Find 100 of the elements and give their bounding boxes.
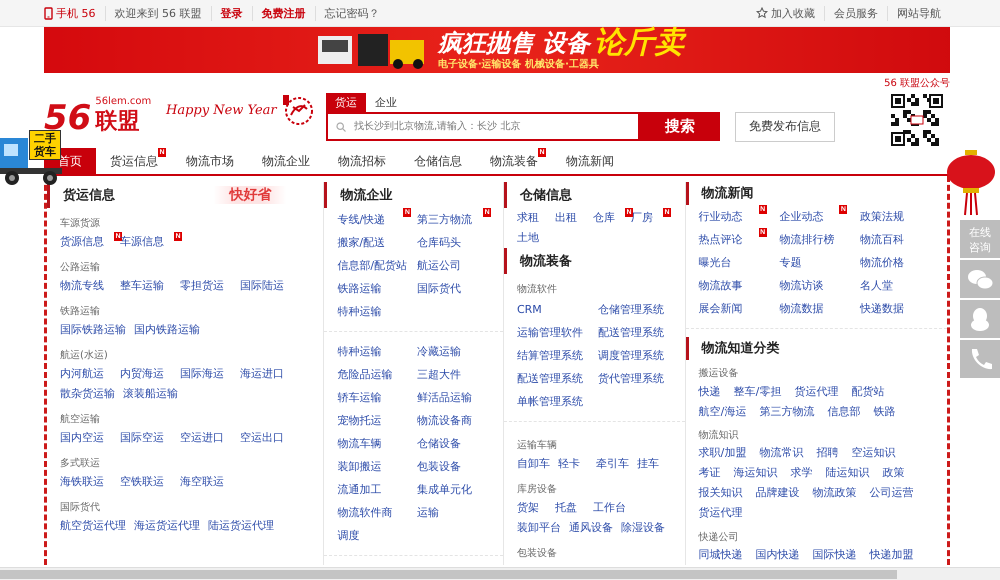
category-link[interactable]: 配货站 bbox=[851, 382, 898, 402]
category-link[interactable]: 空运知识 bbox=[851, 443, 908, 464]
nav-tab[interactable]: 物流招标 bbox=[324, 148, 400, 174]
category-link[interactable]: 国际陆运 bbox=[240, 276, 300, 296]
category-link[interactable]: 运输管理软件 bbox=[516, 321, 598, 344]
phone-button[interactable] bbox=[960, 340, 1000, 378]
category-link[interactable]: 装卸搬运 bbox=[337, 455, 418, 478]
category-link[interactable]: 航空货运代理 bbox=[60, 516, 134, 536]
register-link[interactable]: 免费注册 bbox=[252, 6, 314, 20]
category-link[interactable]: 物流排行榜 bbox=[779, 228, 860, 251]
nav-tab[interactable]: 物流新闻 bbox=[552, 148, 628, 174]
category-link[interactable]: 物流百科 bbox=[860, 228, 941, 251]
category-link[interactable]: 航空/海运 bbox=[698, 402, 760, 422]
category-link[interactable]: 铁路 bbox=[873, 402, 908, 422]
category-link[interactable]: 考证 bbox=[698, 463, 734, 484]
category-link[interactable]: 物流访谈 bbox=[779, 274, 860, 297]
search-field[interactable]: 找长沙到北京物流,请输入：长沙 北京 bbox=[326, 112, 640, 140]
category-link[interactable]: 国际海运 bbox=[180, 364, 240, 384]
category-link[interactable]: 快递加盟 bbox=[870, 545, 927, 565]
category-link[interactable]: 公司运营 bbox=[870, 483, 927, 504]
publish-button[interactable]: 免费发布信息 bbox=[735, 112, 835, 142]
search-button[interactable]: 搜索 bbox=[640, 112, 720, 140]
category-link[interactable]: CRM bbox=[516, 298, 598, 321]
category-link[interactable]: 政策法规 bbox=[860, 204, 941, 228]
category-link[interactable]: 货代管理系统 bbox=[598, 367, 679, 390]
category-link[interactable]: 托盘 bbox=[554, 498, 593, 518]
mobile-link[interactable]: 手机 56 bbox=[44, 6, 104, 20]
category-link[interactable]: 求租 bbox=[516, 208, 555, 228]
category-link[interactable]: 铁路运输 bbox=[337, 277, 418, 300]
category-link[interactable]: 海运进口 bbox=[240, 364, 300, 384]
category-link[interactable]: 国际空运 bbox=[120, 428, 180, 448]
category-link[interactable]: 物流专线 bbox=[60, 276, 120, 296]
category-link[interactable]: 货运代理 bbox=[698, 503, 756, 524]
category-link[interactable]: 调度管理系统 bbox=[598, 344, 679, 367]
login-link[interactable]: 登录 bbox=[210, 6, 252, 20]
category-link[interactable]: 名人堂 bbox=[860, 274, 941, 297]
category-link[interactable]: 出租 bbox=[554, 208, 593, 228]
category-link[interactable]: 仓储设备 bbox=[417, 432, 497, 455]
category-link[interactable]: 三超大件 bbox=[417, 363, 497, 386]
category-link[interactable]: 流通加工 bbox=[337, 478, 418, 501]
bookmark-link[interactable]: 加入收藏 bbox=[756, 6, 824, 20]
category-link[interactable]: 工作台 bbox=[592, 498, 634, 518]
category-link[interactable]: 国际铁路运输 bbox=[60, 320, 134, 340]
category-link[interactable]: 第三方物流 bbox=[759, 402, 828, 422]
category-link[interactable]: 陆运货运代理 bbox=[208, 516, 282, 536]
category-link[interactable]: 货架 bbox=[516, 498, 555, 518]
category-link[interactable]: 特种运输 bbox=[337, 300, 418, 323]
penguin-button[interactable] bbox=[960, 300, 1000, 338]
top-link[interactable]: 网站导航 bbox=[887, 6, 950, 20]
search-tab[interactable]: 企业 bbox=[366, 92, 406, 112]
nav-tab[interactable]: 物流企业 bbox=[248, 148, 324, 174]
category-link[interactable]: 零担货运 bbox=[180, 276, 240, 296]
category-link[interactable]: 除湿设备 bbox=[620, 518, 673, 538]
category-link[interactable]: 挂车 bbox=[636, 454, 675, 474]
category-link[interactable]: 仓库码头 bbox=[417, 231, 497, 254]
category-link[interactable]: 内贸海运 bbox=[120, 364, 180, 384]
category-link[interactable]: 空铁联运 bbox=[120, 472, 180, 492]
category-link[interactable]: 品牌建设 bbox=[756, 483, 813, 504]
category-link[interactable]: 海铁联运 bbox=[60, 472, 120, 492]
category-link[interactable]: 展会新闻 bbox=[698, 296, 780, 320]
category-link[interactable]: 物流车辆 bbox=[337, 432, 418, 455]
category-link[interactable]: 搬家/配送 bbox=[337, 231, 418, 254]
category-link[interactable]: 轿车运输 bbox=[337, 386, 418, 409]
category-link[interactable]: 空运进口 bbox=[180, 428, 240, 448]
wechat-button[interactable] bbox=[960, 260, 1000, 298]
category-link[interactable]: 物流故事 bbox=[698, 274, 780, 297]
category-link[interactable]: 国内快递 bbox=[756, 545, 813, 565]
category-link[interactable]: 集成单元化 bbox=[417, 478, 497, 501]
category-link[interactable]: 运输 bbox=[417, 501, 497, 524]
category-link[interactable]: 海空联运 bbox=[180, 472, 240, 492]
category-link[interactable]: 土地 bbox=[516, 228, 555, 248]
category-link[interactable]: 国际快递 bbox=[812, 545, 870, 565]
category-link[interactable]: 单帐管理系统 bbox=[516, 390, 598, 413]
category-link[interactable]: 内河航运 bbox=[60, 364, 120, 384]
category-link[interactable]: 求职/加盟 bbox=[698, 443, 760, 464]
category-link[interactable]: 配送管理系统 bbox=[598, 321, 679, 344]
category-link[interactable]: 空运出口 bbox=[240, 428, 300, 448]
horizontal-scrollbar[interactable] bbox=[0, 567, 1000, 580]
forgot-password-link[interactable]: 忘记密码？ bbox=[314, 6, 388, 20]
nav-tab[interactable]: 仓储信息 bbox=[400, 148, 476, 174]
category-link[interactable]: 整车/零担 bbox=[734, 382, 794, 402]
category-link[interactable]: 政策 bbox=[882, 463, 918, 484]
category-link[interactable]: 结算管理系统 bbox=[516, 344, 598, 367]
category-link[interactable]: 包装设备 bbox=[417, 455, 497, 478]
category-link[interactable]: 航运公司 bbox=[417, 254, 497, 277]
category-link[interactable]: 物流价格 bbox=[860, 250, 941, 274]
category-link[interactable]: 海运知识 bbox=[734, 463, 791, 484]
category-link[interactable]: 报关知识 bbox=[698, 483, 756, 504]
category-link[interactable]: 牵引车 bbox=[596, 454, 637, 474]
category-link[interactable]: 特种运输 bbox=[337, 340, 418, 363]
category-link[interactable]: 装卸平台 bbox=[516, 518, 569, 538]
category-link[interactable]: 仓储管理系统 bbox=[598, 298, 679, 321]
category-link[interactable]: 货运代理 bbox=[794, 382, 852, 402]
category-link[interactable]: 陆运知识 bbox=[826, 463, 883, 484]
category-link[interactable]: 物流数据 bbox=[779, 296, 860, 320]
category-link[interactable]: 快递 bbox=[698, 382, 734, 402]
category-link[interactable]: 轻卡 bbox=[558, 454, 596, 474]
top-link[interactable]: 会员服务 bbox=[824, 6, 887, 20]
category-link[interactable]: 信息部 bbox=[827, 402, 874, 422]
category-link[interactable]: 国际货代 bbox=[417, 277, 497, 300]
